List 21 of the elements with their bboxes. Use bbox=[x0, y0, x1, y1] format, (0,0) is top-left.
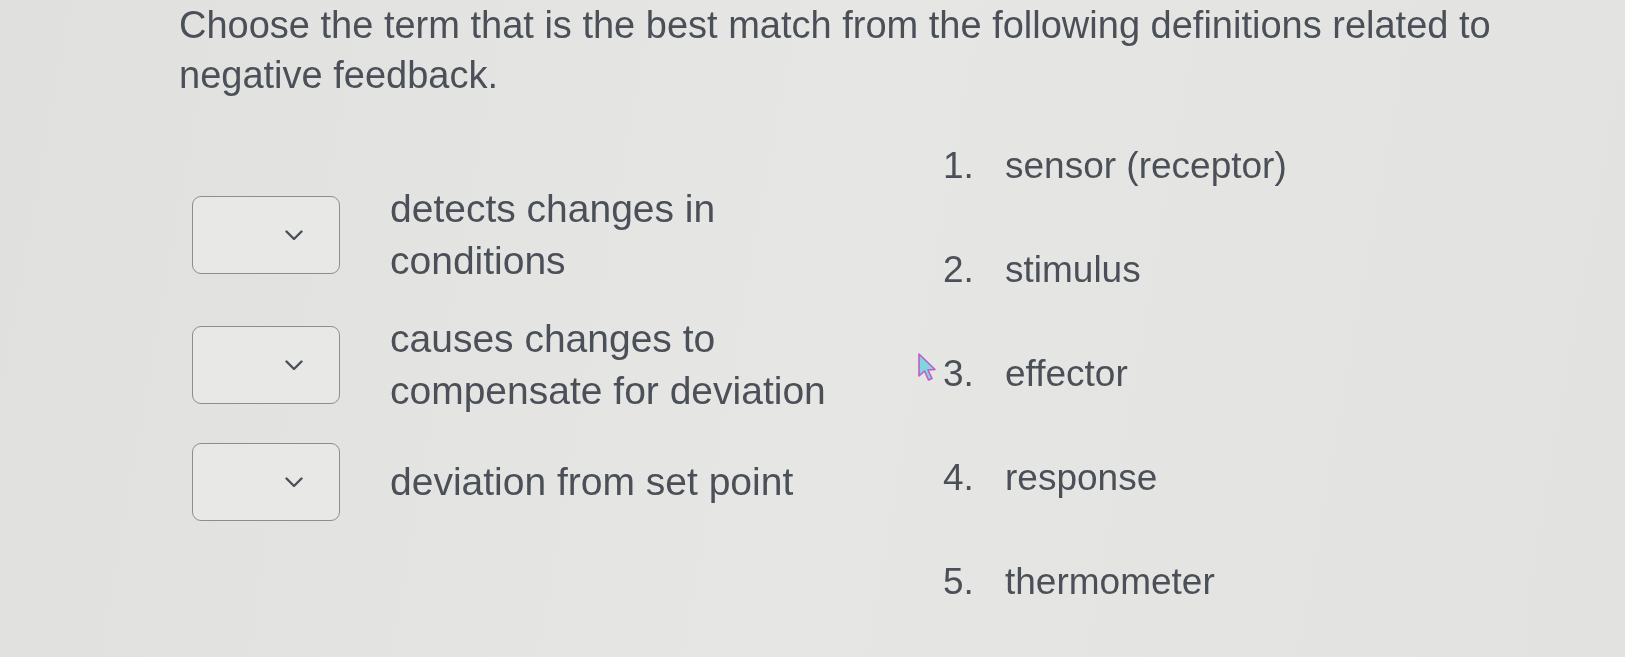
option-text: response bbox=[1005, 456, 1159, 500]
option-number: 2. bbox=[943, 248, 975, 292]
chevron-down-icon bbox=[285, 359, 303, 371]
option-text: thermometer bbox=[1005, 560, 1216, 604]
option-number: 4. bbox=[943, 456, 975, 500]
option-text: stimulus bbox=[1005, 248, 1142, 292]
dropdown[interactable] bbox=[192, 196, 340, 274]
definition-text: causes changes to compensate for deviation bbox=[390, 316, 827, 414]
option-text: sensor (receptor) bbox=[1005, 144, 1288, 188]
option-text: effector bbox=[1005, 352, 1129, 396]
question-text: Choose the term that is the best match from the following definitions related to negative feedback. bbox=[179, 3, 1492, 98]
dropdown[interactable] bbox=[192, 443, 340, 521]
chevron-down-icon bbox=[285, 229, 303, 241]
chevron-down-icon bbox=[285, 476, 303, 488]
option-number: 5. bbox=[943, 560, 975, 604]
definition-text: detects changes in conditions bbox=[390, 186, 717, 284]
option-number: 3. bbox=[943, 352, 975, 396]
pointer-cursor-icon bbox=[917, 352, 937, 382]
option-number: 1. bbox=[943, 144, 975, 188]
definition-text: deviation from set point bbox=[390, 459, 795, 505]
dropdown[interactable] bbox=[192, 326, 340, 404]
